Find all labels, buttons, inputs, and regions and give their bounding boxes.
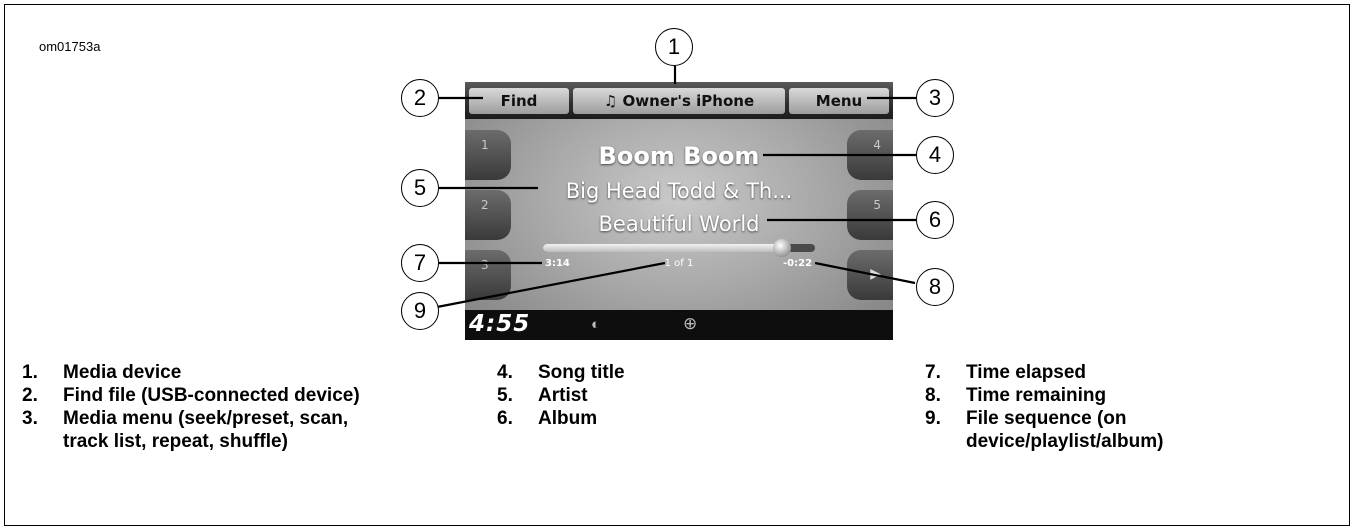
leader-9 — [436, 261, 666, 309]
callout-6: 6 — [916, 201, 954, 239]
legend-item: 6. Album — [497, 408, 598, 429]
legend-item: 2. Find file (USB-connected device) — [22, 385, 360, 406]
figure-frame: om01753a Find ♫ Owner's iPhone Menu 1 2 … — [4, 4, 1350, 526]
legend-column-2: 4. Song title 5. Artist 6. Album — [497, 361, 757, 430]
legend-column-3: 7. Time elapsed 8. Time remaining 9. File s… — [925, 361, 1255, 453]
leader-8 — [814, 261, 916, 285]
callout-1: 1 — [655, 28, 693, 66]
legend-item: 4. Song title — [497, 362, 625, 383]
callout-4: 4 — [916, 136, 954, 174]
legend-item: 5. Artist — [497, 385, 588, 406]
callout-8: 8 — [916, 268, 954, 306]
callout-3: 3 — [916, 79, 954, 117]
legend-item: 9. File sequence (on device/playlist/albu… — [925, 408, 1164, 452]
legend-item: 8. Time remaining — [925, 385, 1107, 406]
callout-2: 2 — [401, 79, 439, 117]
legend-item: 1. Media device — [22, 362, 182, 383]
legend-item: 3. Media menu (seek/preset, scan, track l… — [22, 408, 349, 452]
legend-column-1: 1. Media device 2. Find file (USB-connecte… — [22, 361, 382, 453]
legend-item: 7. Time elapsed — [925, 362, 1087, 383]
callout-7: 7 — [401, 244, 439, 282]
callout-9: 9 — [401, 292, 439, 330]
callout-5: 5 — [401, 169, 439, 207]
